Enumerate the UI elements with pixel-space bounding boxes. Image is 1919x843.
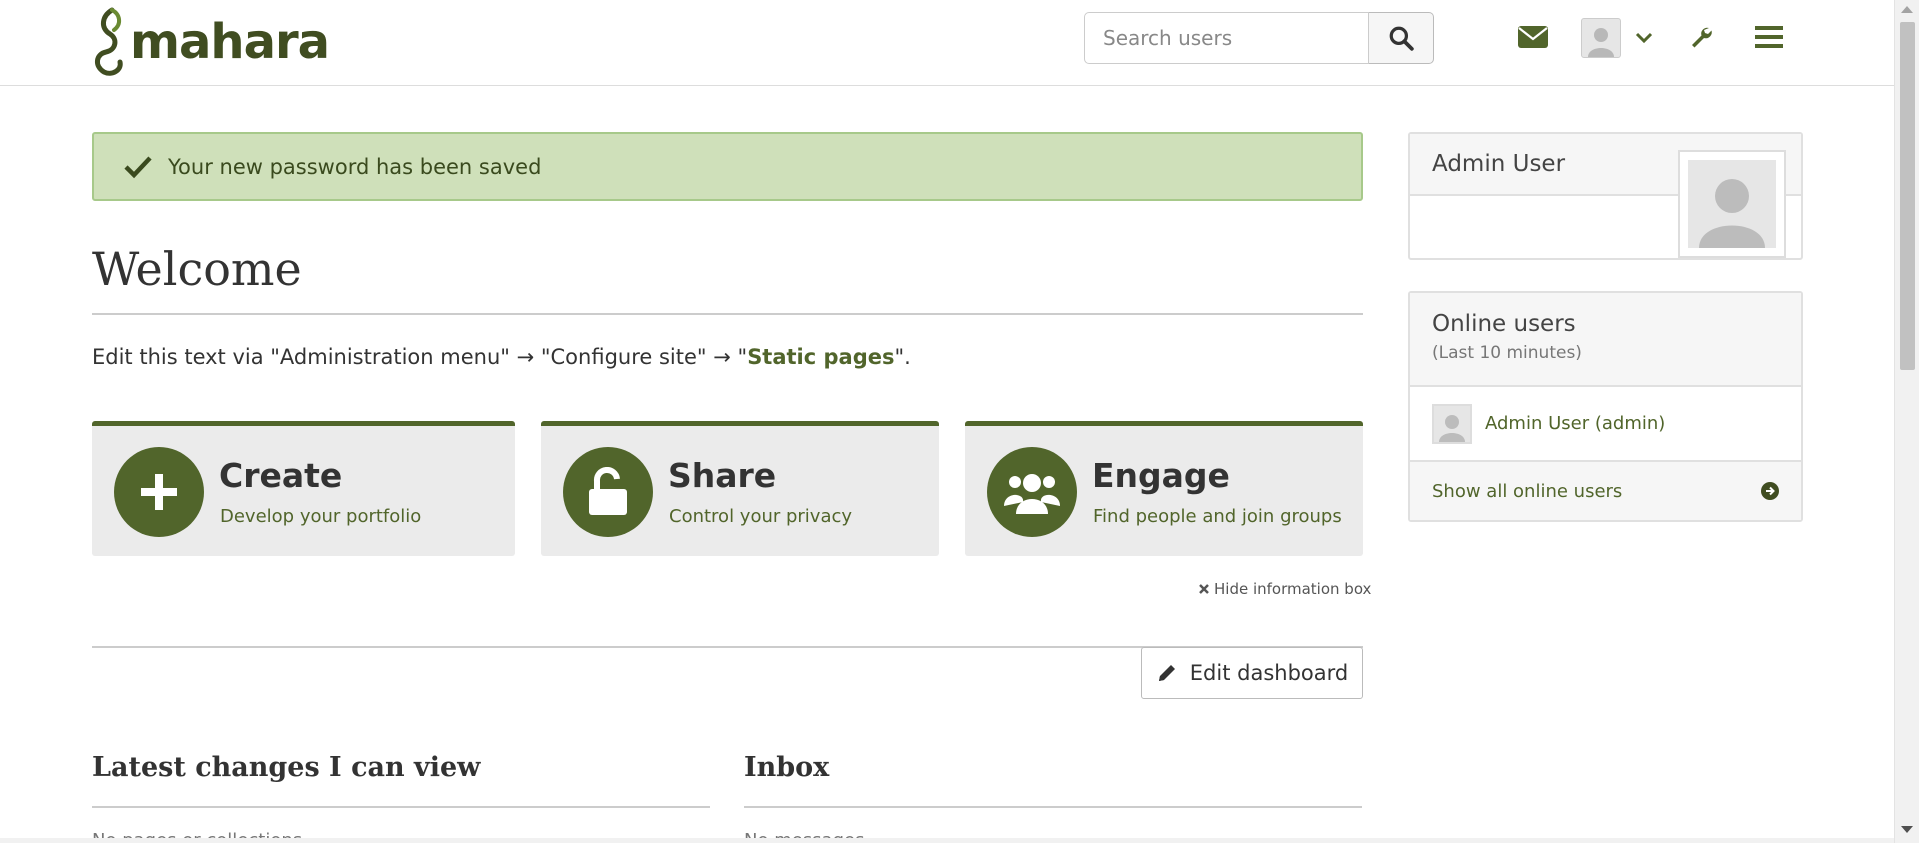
- engage-subtitle: Find people and join groups: [1093, 506, 1342, 527]
- page-title: Welcome: [92, 242, 1363, 315]
- mahara-logo-icon: [95, 7, 123, 76]
- logo-text: mahara: [130, 14, 330, 70]
- plus-icon: [141, 474, 177, 510]
- create-title: Create: [219, 456, 343, 495]
- main-menu-button[interactable]: [1752, 20, 1786, 54]
- wrench-icon: [1692, 27, 1712, 48]
- intro-prefix: Edit this text via "Administration menu"…: [92, 345, 748, 369]
- share-box[interactable]: Share Control your privacy: [541, 421, 939, 556]
- search-icon: [1389, 26, 1414, 51]
- envelope-icon: [1518, 26, 1548, 48]
- top-navbar: mahara: [0, 0, 1894, 86]
- scroll-thumb[interactable]: [1900, 22, 1915, 370]
- users-icon: [1004, 474, 1060, 514]
- admin-tools-button[interactable]: [1686, 22, 1716, 52]
- user-menu-button[interactable]: [1580, 17, 1654, 59]
- engage-circle: [987, 447, 1077, 537]
- latest-changes-heading: Latest changes I can view: [92, 752, 710, 808]
- edit-dashboard-button[interactable]: Edit dashboard: [1141, 647, 1363, 699]
- inbox-button[interactable]: [1516, 20, 1550, 54]
- static-pages-link[interactable]: Static pages: [747, 345, 894, 369]
- share-title: Share: [668, 456, 777, 495]
- mahara-logo[interactable]: mahara: [92, 6, 330, 78]
- hamburger-menu-icon: [1755, 26, 1783, 48]
- create-box[interactable]: Create Develop your portfolio: [92, 421, 515, 556]
- intro-suffix: ".: [894, 345, 911, 369]
- pencil-icon: [1158, 665, 1175, 681]
- close-icon: [1199, 584, 1209, 594]
- online-user-name[interactable]: Admin User (admin): [1485, 413, 1665, 434]
- scroll-down-arrow[interactable]: [1901, 826, 1913, 833]
- user-search: [1084, 12, 1434, 64]
- create-subtitle: Develop your portfolio: [220, 506, 422, 527]
- online-users-subtitle: (Last 10 minutes): [1432, 343, 1582, 363]
- search-button[interactable]: [1369, 12, 1434, 64]
- engage-title: Engage: [1092, 456, 1230, 495]
- success-alert: Your new password has been saved: [92, 132, 1363, 201]
- hide-info-box-link[interactable]: Hide information box: [1198, 580, 1371, 598]
- share-circle: [563, 447, 653, 537]
- check-icon: [124, 155, 152, 178]
- user-avatar-icon: [1581, 18, 1621, 58]
- horizontal-scrollbar[interactable]: [0, 838, 1894, 843]
- show-all-label: Show all online users: [1432, 480, 1623, 502]
- alert-message: Your new password has been saved: [168, 154, 542, 179]
- hide-info-label: Hide information box: [1214, 580, 1372, 598]
- show-all-online-users-link[interactable]: Show all online users: [1410, 462, 1801, 520]
- online-users-header: Online users (Last 10 minutes): [1410, 293, 1801, 387]
- create-circle: [114, 447, 204, 537]
- online-user-row[interactable]: Admin User (admin): [1410, 387, 1801, 462]
- profile-panel: Admin User: [1408, 132, 1803, 260]
- share-subtitle: Control your privacy: [669, 506, 853, 527]
- inbox-heading: Inbox: [744, 752, 1362, 808]
- default-avatar-icon: [1699, 179, 1765, 248]
- default-avatar-icon: [1439, 414, 1465, 442]
- profile-avatar[interactable]: [1678, 150, 1786, 258]
- unlock-icon: [589, 467, 627, 515]
- scroll-up-arrow[interactable]: [1901, 6, 1913, 13]
- vertical-scrollbar[interactable]: [1894, 0, 1919, 843]
- profile-name[interactable]: Admin User: [1432, 151, 1565, 177]
- chevron-down-icon: [1635, 32, 1653, 44]
- engage-box[interactable]: Engage Find people and join groups: [965, 421, 1363, 556]
- online-users-title: Online users: [1432, 311, 1576, 337]
- edit-dashboard-label: Edit dashboard: [1189, 661, 1349, 685]
- arrow-circle-right-icon: [1761, 482, 1779, 500]
- online-users-panel: Online users (Last 10 minutes) Admin Use…: [1408, 291, 1803, 522]
- search-users-input[interactable]: [1084, 12, 1369, 64]
- online-user-avatar: [1432, 403, 1472, 444]
- intro-text: Edit this text via "Administration menu"…: [92, 345, 911, 369]
